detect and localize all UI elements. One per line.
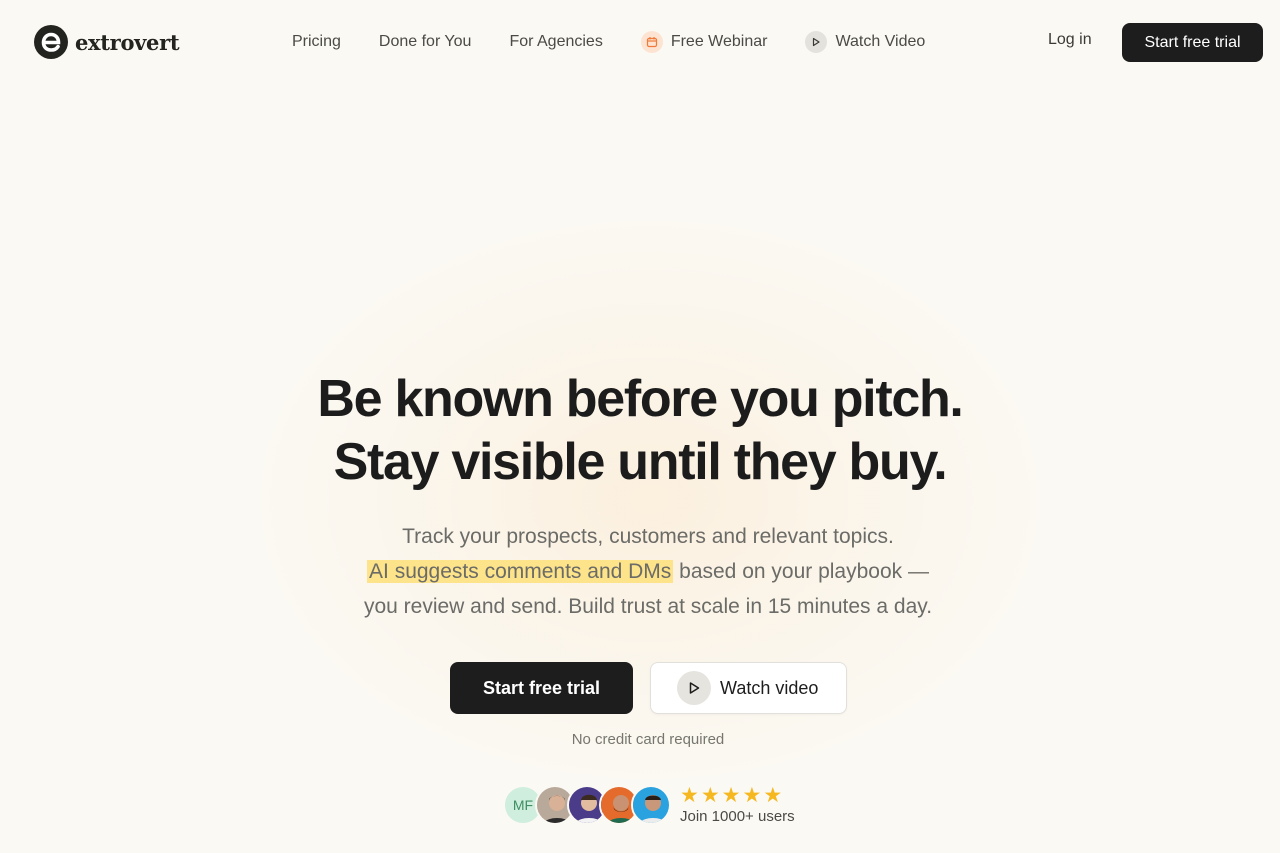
star-icon: ★	[721, 783, 741, 807]
brand-logo[interactable]: extrovert	[34, 25, 180, 59]
no-credit-card-note: No credit card required	[571, 731, 725, 748]
nav-link-label: Free Webinar	[670, 33, 768, 50]
nav-for-agencies-link[interactable]: For Agencies	[509, 33, 602, 51]
sub-highlight: AI suggests comments and DMs	[367, 560, 674, 583]
star-icon: ★	[763, 783, 783, 807]
nav-link-label: Watch Video	[835, 33, 926, 50]
rating-block: ★ ★ ★ ★ ★ Join 1000+ users	[680, 783, 795, 825]
sub-line-2: based on your playbook —	[673, 560, 929, 583]
nav-link-label: Pricing	[292, 33, 341, 50]
brand-name: extrovert	[75, 29, 180, 55]
nav-watch-video-link[interactable]: Watch Video	[805, 31, 925, 53]
star-icon: ★	[742, 783, 762, 807]
play-icon	[805, 31, 828, 53]
headline-line-1: Be known before you pitch.	[317, 370, 963, 428]
star-icon: ★	[700, 783, 720, 807]
calendar-icon	[640, 31, 663, 53]
watch-video-label: Watch video	[720, 677, 819, 698]
sub-line-3: you review and send. Build trust at scal…	[363, 595, 933, 618]
users-count-label: Join 1000+ users	[680, 807, 795, 825]
avatar	[631, 785, 671, 825]
nav-link-label: For Agencies	[509, 33, 603, 50]
nav-pricing-link[interactable]: Pricing	[292, 33, 341, 51]
hero-headline: Be known before you pitch. Stay visible …	[0, 368, 1280, 494]
hero-subheadline: Track your prospects, customers and rele…	[0, 519, 1280, 624]
nav-links: Pricing Done for You For Agencies Free W…	[292, 31, 925, 53]
avatar-stack: MF	[503, 785, 671, 825]
nav-start-trial-button[interactable]: Start free trial	[1122, 23, 1263, 62]
hero-cta-row: Start free trial Watch video	[450, 662, 847, 714]
hero-start-trial-button[interactable]: Start free trial	[450, 662, 633, 714]
sub-line-1: Track your prospects, customers and rele…	[402, 525, 894, 548]
nav-free-webinar-link[interactable]: Free Webinar	[640, 31, 768, 53]
nav-link-label: Done for You	[378, 33, 472, 50]
star-rating: ★ ★ ★ ★ ★	[680, 783, 795, 807]
top-nav: extrovert Pricing Done for You For Agenc…	[0, 0, 1280, 84]
nav-done-for-you-link[interactable]: Done for You	[379, 33, 472, 51]
logo-mark-icon	[34, 25, 68, 59]
social-proof: MF ★ ★ ★ ★ ★ Join 1000+ users	[503, 785, 795, 825]
login-link[interactable]: Log in	[1048, 31, 1092, 49]
headline-line-2: Stay visible until they buy.	[333, 433, 948, 491]
play-icon	[677, 671, 711, 705]
hero-watch-video-button[interactable]: Watch video	[650, 662, 847, 714]
avatar-initials: MF	[512, 797, 534, 813]
star-icon: ★	[680, 783, 699, 807]
